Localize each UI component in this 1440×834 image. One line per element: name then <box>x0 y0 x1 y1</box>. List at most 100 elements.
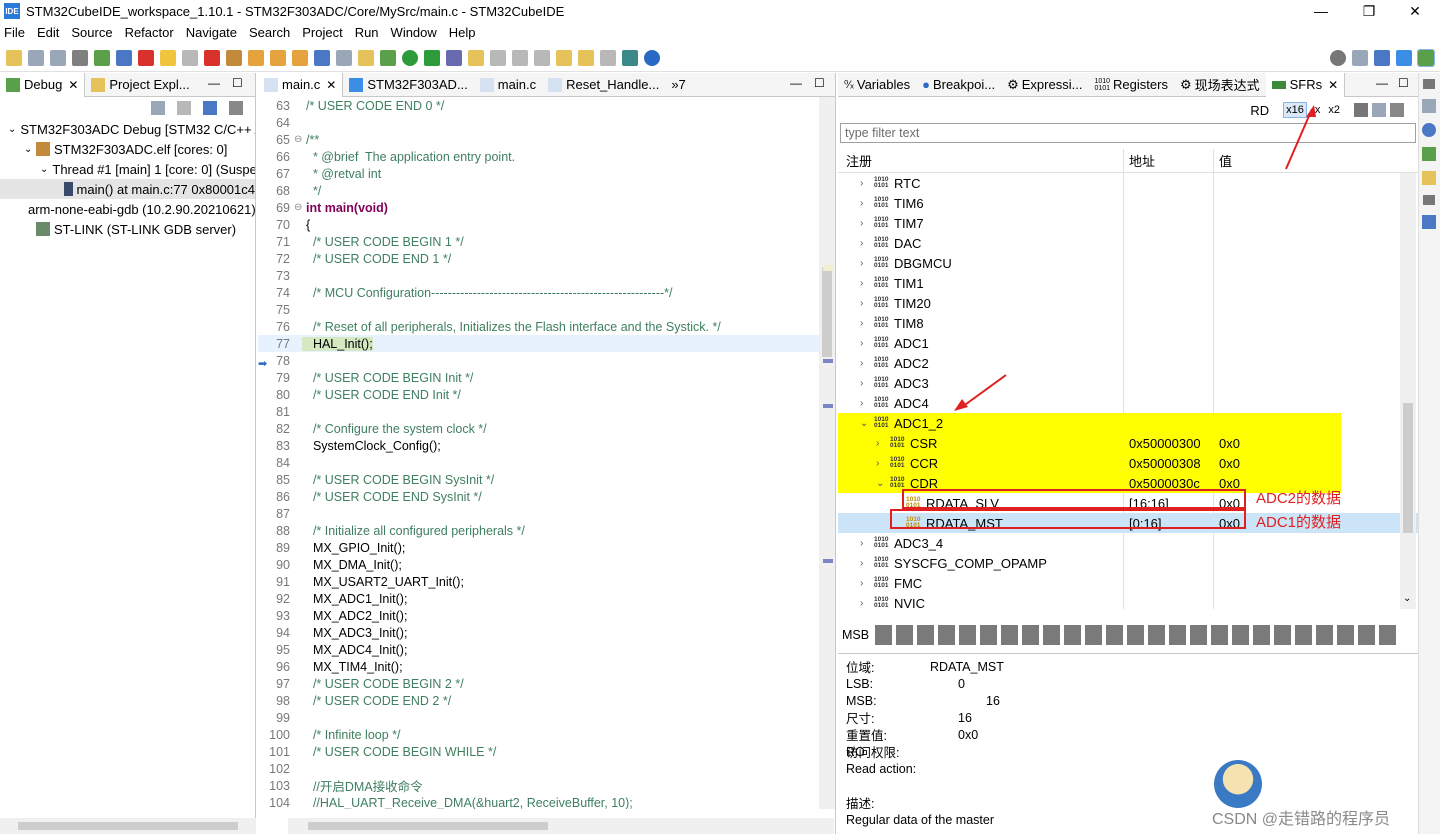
chevron-down-icon[interactable]: ⌄ <box>40 164 48 175</box>
sfr-row[interactable]: › 1010 0101 DAC <box>838 233 1418 253</box>
sfr-vscroll[interactable]: ⌄ <box>1400 173 1416 609</box>
close-icon[interactable]: ✕ <box>68 78 78 92</box>
code-line[interactable]: 102 <box>258 760 835 777</box>
restore-icon-2[interactable] <box>1423 195 1435 205</box>
code-line[interactable]: 65 ⊖ /** <box>258 131 835 148</box>
chevron-down-icon[interactable]: ⌄ <box>24 144 36 155</box>
new-icon[interactable] <box>6 49 22 66</box>
close-icon[interactable]: ✕ <box>326 78 336 92</box>
code-line[interactable]: 100 /* Infinite loop */ <box>258 726 835 743</box>
sfr-value[interactable] <box>1214 233 1339 253</box>
debug-perspective-icon[interactable] <box>1417 48 1435 67</box>
tab-reset-handler[interactable]: Reset_Handle... <box>542 73 665 97</box>
code-line[interactable]: 86 /* USER CODE END SysInit */ <box>258 488 835 505</box>
save-icon[interactable] <box>28 49 44 66</box>
chevron-right-icon[interactable]: › <box>860 218 870 229</box>
chevron-right-icon[interactable]: › <box>860 598 870 609</box>
restore-icon[interactable] <box>1423 79 1435 89</box>
code-line[interactable]: 90 MX_DMA_Init(); <box>258 556 835 573</box>
code-line[interactable]: 87 <box>258 505 835 522</box>
sfr-value[interactable] <box>1214 213 1339 233</box>
tab-overflow[interactable]: »7 <box>665 73 691 97</box>
chevron-right-icon[interactable]: › <box>860 318 870 329</box>
maximize-button[interactable]: ❐ <box>1346 0 1392 22</box>
debug-tree-item[interactable]: arm-none-eabi-gdb (10.2.90.20210621) <box>0 199 255 219</box>
restart-icon[interactable] <box>336 49 352 66</box>
sfr-row[interactable]: › 1010 0101 RTC <box>838 173 1418 193</box>
back-icon[interactable] <box>578 49 594 66</box>
hand-icon[interactable] <box>358 49 374 66</box>
menu-project[interactable]: Project <box>302 25 342 40</box>
menu-edit[interactable]: Edit <box>37 25 59 40</box>
remove-terminated-icon[interactable] <box>177 101 191 115</box>
save-all-icon[interactable] <box>50 49 66 66</box>
sfr-value[interactable] <box>1214 253 1339 273</box>
code-line[interactable]: 101 /* USER CODE BEGIN WHILE */ <box>258 743 835 760</box>
info-icon[interactable] <box>644 49 660 66</box>
progress-icon[interactable] <box>1422 123 1436 137</box>
sfr-row[interactable]: › 1010 0101 CSR 0x50000300 0x0 <box>838 433 1341 453</box>
forward-icon[interactable] <box>600 49 616 66</box>
sfr-row[interactable]: › 1010 0101 ADC2 <box>838 353 1418 373</box>
read-button[interactable]: RD <box>1250 103 1269 118</box>
sfr-value[interactable] <box>1214 373 1339 393</box>
chevron-right-icon[interactable]: › <box>860 358 870 369</box>
fold-icon[interactable]: ⊖ <box>294 134 302 145</box>
collapse-all-icon[interactable] <box>151 101 165 115</box>
code-line[interactable]: 67 * @retval int <box>258 165 835 182</box>
scissors-icon[interactable] <box>1354 103 1368 117</box>
cpp-perspective-icon[interactable] <box>1374 49 1390 66</box>
code-line[interactable]: 82 /* Configure the system clock */ <box>258 420 835 437</box>
console-icon[interactable] <box>1422 147 1436 161</box>
sfr-row[interactable]: › 1010 0101 CCR 0x50000308 0x0 <box>838 453 1341 473</box>
tab-breakpoints[interactable]: ● Breakpoi... <box>916 73 1001 97</box>
code-editor[interactable]: 63/* USER CODE END 0 */64 65 ⊖/** 66 * @bri… <box>258 97 835 809</box>
disconnect-icon[interactable] <box>226 49 242 66</box>
chevron-right-icon[interactable]: › <box>860 538 870 549</box>
code-line[interactable]: 79 /* USER CODE BEGIN Init */ <box>258 369 835 386</box>
code-line[interactable]: 98 /* USER CODE END 2 */ <box>258 692 835 709</box>
minimize-view-icon[interactable]: — <box>1376 76 1388 90</box>
next-annotation-icon[interactable] <box>512 49 528 66</box>
sfr-row[interactable]: › 1010 0101 TIM1 <box>838 273 1418 293</box>
sfr-row[interactable]: › 1010 0101 TIM6 <box>838 193 1418 213</box>
debug-tree-item[interactable]: ⌄ Thread #1 [main] 1 [core: 0] (Suspended… <box>0 159 255 179</box>
close-button[interactable]: ✕ <box>1392 0 1438 22</box>
external-tools-icon[interactable] <box>424 49 440 66</box>
menu-file[interactable]: File <box>4 25 25 40</box>
instruction-stepping-icon[interactable] <box>314 49 330 66</box>
sfr-row[interactable]: › 1010 0101 SYSCFG_COMP_OPAMP <box>838 553 1418 573</box>
sfr-value[interactable] <box>1214 393 1339 413</box>
sfr-row[interactable]: › 1010 0101 NVIC <box>838 593 1418 609</box>
code-line[interactable]: 85 /* USER CODE BEGIN SysInit */ <box>258 471 835 488</box>
chevron-right-icon[interactable]: › <box>860 278 870 289</box>
skip-breakpoints-icon[interactable] <box>116 49 132 66</box>
sfr-value[interactable] <box>1214 313 1339 333</box>
terminate-relaunch-icon[interactable] <box>138 49 154 66</box>
view-menu-icon[interactable] <box>1390 103 1404 117</box>
menu-source[interactable]: Source <box>71 25 112 40</box>
tab-project-explorer[interactable]: Project Expl... <box>85 73 195 97</box>
code-line[interactable]: 89 MX_GPIO_Init(); <box>258 539 835 556</box>
sfr-row[interactable]: › 1010 0101 TIM8 <box>838 313 1418 333</box>
run-config-icon[interactable] <box>94 49 110 66</box>
debug-icon[interactable] <box>380 49 396 66</box>
chevron-right-icon[interactable]: › <box>876 458 886 469</box>
code-line[interactable]: 94 MX_ADC3_Init(); <box>258 624 835 641</box>
sfr-row[interactable]: › 1010 0101 ADC1 <box>838 333 1418 353</box>
resume-icon[interactable] <box>160 49 176 66</box>
chevron-down-icon[interactable]: ⌄ <box>876 478 886 489</box>
chevron-right-icon[interactable]: › <box>860 338 870 349</box>
code-line[interactable]: 84 <box>258 454 835 471</box>
code-line[interactable]: 99 <box>258 709 835 726</box>
terminate-icon[interactable] <box>204 49 220 66</box>
maximize-view-icon[interactable]: ☐ <box>232 76 243 90</box>
sfr-value[interactable] <box>1214 413 1339 433</box>
binary-format-button[interactable]: x2 <box>1328 104 1340 116</box>
chevron-right-icon[interactable]: › <box>876 438 886 449</box>
code-line[interactable]: 96 MX_TIM4_Init(); <box>258 658 835 675</box>
step-filter-icon[interactable] <box>203 101 217 115</box>
code-line[interactable]: 92 MX_ADC1_Init(); <box>258 590 835 607</box>
sfr-row[interactable]: › 1010 0101 ADC3 <box>838 373 1418 393</box>
code-line[interactable]: 64 <box>258 114 835 131</box>
